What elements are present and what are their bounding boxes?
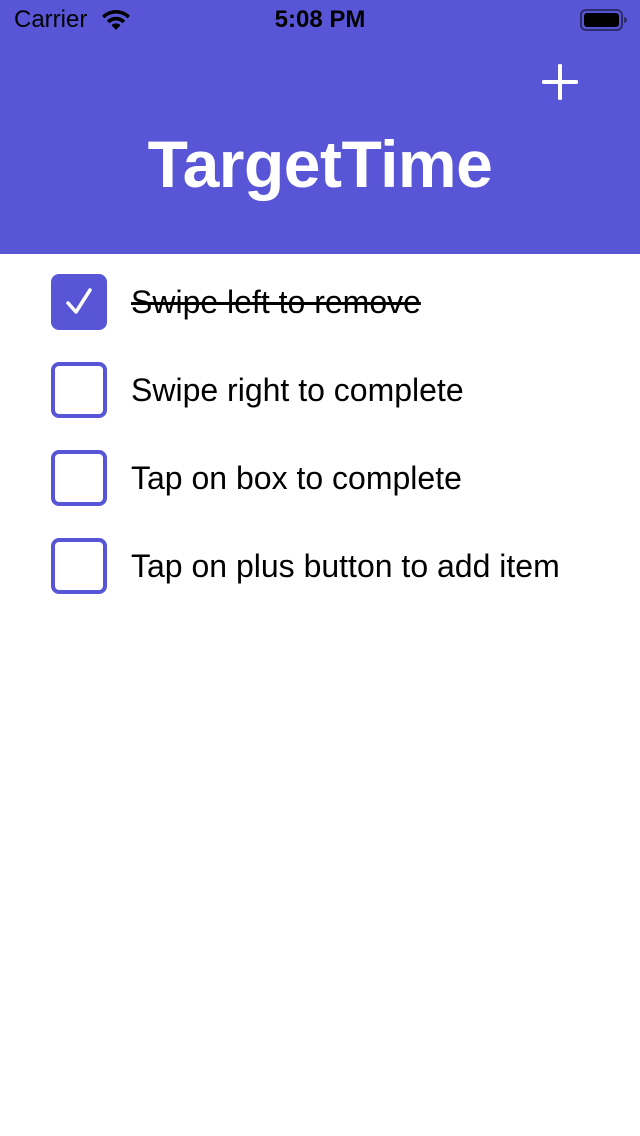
item-label: Swipe left to remove <box>131 284 421 320</box>
item-label: Tap on plus button to add item <box>131 548 560 584</box>
app-header: Carrier 5:08 PM TargetTime <box>0 0 640 254</box>
item-checkbox-checked[interactable] <box>51 274 107 330</box>
list-item[interactable]: Tap on box to complete <box>0 430 640 518</box>
item-checkbox[interactable] <box>51 450 107 506</box>
page-title: TargetTime <box>147 127 493 201</box>
battery-icon <box>580 9 627 31</box>
app-screen: Carrier 5:08 PM TargetTime Swipe left to… <box>0 0 640 1136</box>
list-item[interactable]: Tap on plus button to add item <box>0 518 640 606</box>
item-label: Tap on box to complete <box>131 460 462 496</box>
item-label: Swipe right to complete <box>131 372 464 408</box>
plus-icon <box>542 64 578 100</box>
status-bar: Carrier 5:08 PM <box>0 0 640 40</box>
add-item-button[interactable] <box>536 58 584 106</box>
list-item[interactable]: Swipe left to remove <box>0 254 640 342</box>
status-time: 5:08 PM <box>274 6 366 33</box>
checkmark-icon <box>66 288 92 314</box>
item-checkbox[interactable] <box>51 538 107 594</box>
item-checkbox[interactable] <box>51 362 107 418</box>
list-item[interactable]: Swipe right to complete <box>0 342 640 430</box>
